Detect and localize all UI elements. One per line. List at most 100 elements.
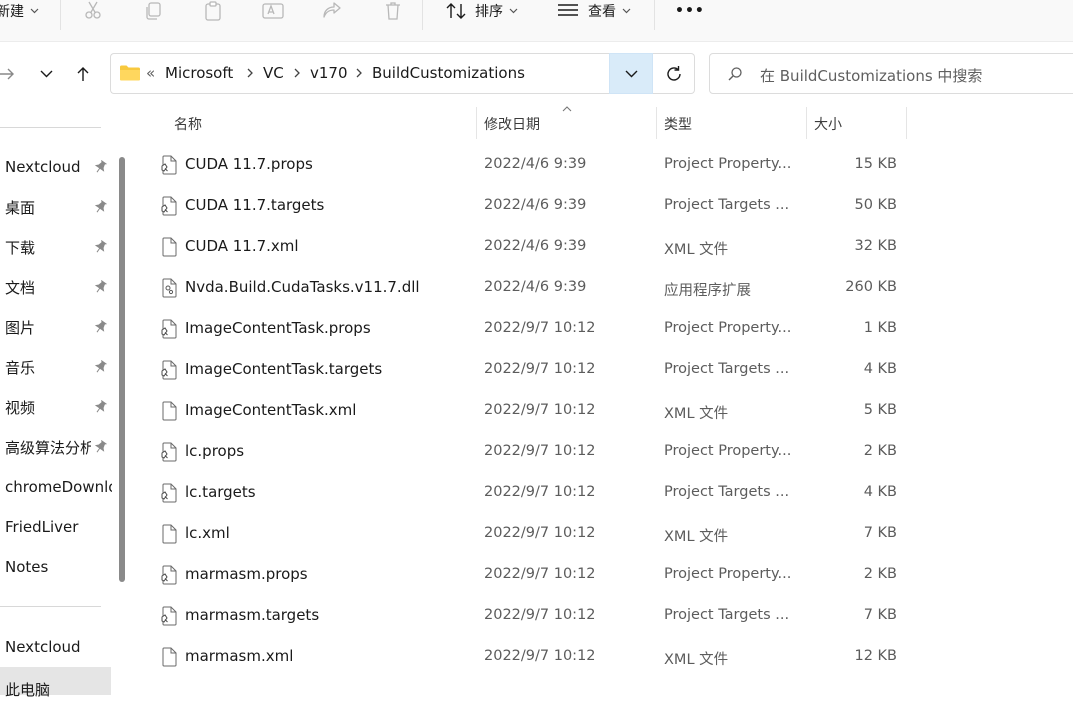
- pin-icon[interactable]: [93, 360, 107, 374]
- forward-button[interactable]: [0, 63, 18, 85]
- sidebar-item-label: 桌面: [5, 198, 36, 217]
- sidebar-item-chromedownloads[interactable]: chromeDownloads: [5, 472, 112, 502]
- address-history-dropdown[interactable]: [609, 53, 653, 94]
- column-divider[interactable]: [476, 107, 477, 139]
- file-modified-date: 2022/9/7 10:12: [484, 484, 596, 500]
- sidebar-item-this-pc[interactable]: 此电脑: [5, 674, 115, 704]
- search-icon: [728, 67, 742, 81]
- toolbar-divider: [60, 0, 61, 30]
- file-row[interactable]: CUDA 11.7.xml 2022/4/6 9:39 XML 文件 32 KB: [159, 227, 904, 268]
- breadcrumb-vc[interactable]: VC: [263, 64, 284, 82]
- breadcrumb-buildcustomizations[interactable]: BuildCustomizations: [372, 64, 525, 82]
- sort-icon: [446, 3, 466, 19]
- rename-button[interactable]: [262, 0, 284, 22]
- chevron-right-icon[interactable]: [294, 68, 300, 78]
- chevron-down-icon: [40, 70, 52, 78]
- copy-button[interactable]: [143, 0, 163, 22]
- file-size: 32 KB: [854, 238, 897, 254]
- file-name: CUDA 11.7.targets: [185, 196, 325, 214]
- share-button[interactable]: [322, 0, 342, 22]
- cut-button[interactable]: [83, 0, 103, 22]
- file-row[interactable]: marmasm.targets 2022/9/7 10:12 Project Tar…: [159, 596, 904, 637]
- column-header-name[interactable]: 名称: [174, 114, 202, 134]
- file-size: 15 KB: [854, 156, 897, 172]
- recent-locations-button[interactable]: [35, 63, 57, 85]
- column-header-date[interactable]: 修改日期: [484, 114, 540, 134]
- file-row[interactable]: lc.props 2022/9/7 10:12 Project Property..…: [159, 432, 904, 473]
- chevron-right-icon[interactable]: [356, 68, 362, 78]
- dll-file-icon: [161, 278, 178, 298]
- pin-icon[interactable]: [93, 240, 107, 254]
- file-row[interactable]: lc.xml 2022/9/7 10:12 XML 文件 7 KB: [159, 514, 904, 555]
- delete-button[interactable]: [383, 0, 403, 22]
- file-type: Project Targets ...: [664, 484, 790, 500]
- file-row[interactable]: Nvda.Build.CudaTasks.v11.7.dll 2022/4/6 9…: [159, 268, 904, 309]
- file-row[interactable]: ImageContentTask.props 2022/9/7 10:12 Proj…: [159, 309, 904, 350]
- blank-file-icon: [161, 524, 178, 544]
- more-button[interactable]: •••: [675, 0, 705, 22]
- file-size: 7 KB: [863, 607, 897, 623]
- paste-button[interactable]: [203, 0, 223, 22]
- file-row[interactable]: CUDA 11.7.props 2022/4/6 9:39 Project Prop…: [159, 145, 904, 186]
- pin-icon[interactable]: [93, 160, 107, 174]
- breadcrumb-microsoft[interactable]: Microsoft: [165, 64, 233, 82]
- sidebar-divider: [0, 127, 101, 128]
- sidebar-divider: [0, 606, 101, 607]
- file-row[interactable]: lc.targets 2022/9/7 10:12 Project Targets …: [159, 473, 904, 514]
- file-row[interactable]: ImageContentTask.xml 2022/9/7 10:12 XML 文件…: [159, 391, 904, 432]
- sidebar-item-label: FriedLiver: [5, 518, 79, 536]
- column-header-size[interactable]: 大小: [814, 114, 842, 134]
- column-divider[interactable]: [906, 107, 907, 139]
- pin-icon[interactable]: [93, 200, 107, 214]
- sidebar-item-label: 音乐: [5, 358, 36, 377]
- file-type: XML 文件: [664, 406, 729, 422]
- chevron-right-icon[interactable]: [247, 68, 253, 78]
- chevron-down-icon: [30, 8, 39, 14]
- project-file-icon: [161, 319, 178, 339]
- pin-icon[interactable]: [93, 400, 107, 414]
- refresh-button[interactable]: [653, 53, 695, 94]
- file-row[interactable]: marmasm.xml 2022/9/7 10:12 XML 文件 12 KB: [159, 637, 904, 678]
- file-type: Project Property...: [664, 443, 792, 459]
- sidebar-scrollbar-thumb[interactable]: [119, 157, 125, 582]
- column-header-type[interactable]: 类型: [664, 114, 692, 134]
- toolbar-divider: [422, 0, 423, 30]
- project-file-icon: [161, 483, 178, 503]
- sidebar-item-advanced-algorithms[interactable]: 高级算法分析: [5, 432, 91, 462]
- sort-label: 排序: [475, 4, 503, 20]
- view-label: 查看: [588, 4, 616, 20]
- pin-icon[interactable]: [93, 440, 107, 454]
- sidebar-item-label: 高级算法分析: [5, 438, 91, 457]
- new-label: 新建: [0, 4, 24, 20]
- sidebar-item-label: 图片: [5, 318, 36, 337]
- sidebar-item-notes[interactable]: Notes: [5, 552, 115, 582]
- new-button[interactable]: 新建: [0, 0, 39, 22]
- file-row[interactable]: CUDA 11.7.targets 2022/4/6 9:39 Project Ta…: [159, 186, 904, 227]
- project-file-icon: [161, 155, 178, 175]
- search-box[interactable]: 在 BuildCustomizations 中搜索: [709, 53, 1073, 94]
- pin-icon[interactable]: [93, 320, 107, 334]
- copy-icon: [146, 2, 161, 20]
- file-row[interactable]: marmasm.props 2022/9/7 10:12 Project Prope…: [159, 555, 904, 596]
- pin-icon[interactable]: [93, 280, 107, 294]
- file-modified-date: 2022/9/7 10:12: [484, 443, 596, 459]
- sidebar-item-label: chromeDownloads: [5, 478, 112, 496]
- sort-button[interactable]: 排序: [445, 0, 518, 22]
- breadcrumb-overflow[interactable]: «: [146, 64, 155, 82]
- search-placeholder: 在 BuildCustomizations 中搜索: [760, 67, 983, 85]
- folder-icon: [120, 65, 140, 81]
- column-divider[interactable]: [806, 107, 807, 139]
- sidebar-item-nextcloud-root[interactable]: Nextcloud: [5, 632, 115, 662]
- up-button[interactable]: [72, 63, 94, 85]
- file-type: Project Targets ...: [664, 361, 790, 377]
- view-button[interactable]: 查看: [557, 0, 631, 22]
- file-row[interactable]: ImageContentTask.targets 2022/9/7 10:12 Pr…: [159, 350, 904, 391]
- file-size: 7 KB: [863, 525, 897, 541]
- file-name: lc.xml: [185, 524, 230, 542]
- sidebar-item-friedliver[interactable]: FriedLiver: [5, 512, 115, 542]
- breadcrumb-v170[interactable]: v170: [310, 64, 348, 82]
- column-divider[interactable]: [656, 107, 657, 139]
- blank-file-icon: [161, 401, 178, 421]
- file-type: Project Property...: [664, 156, 792, 172]
- file-modified-date: 2022/4/6 9:39: [484, 279, 587, 295]
